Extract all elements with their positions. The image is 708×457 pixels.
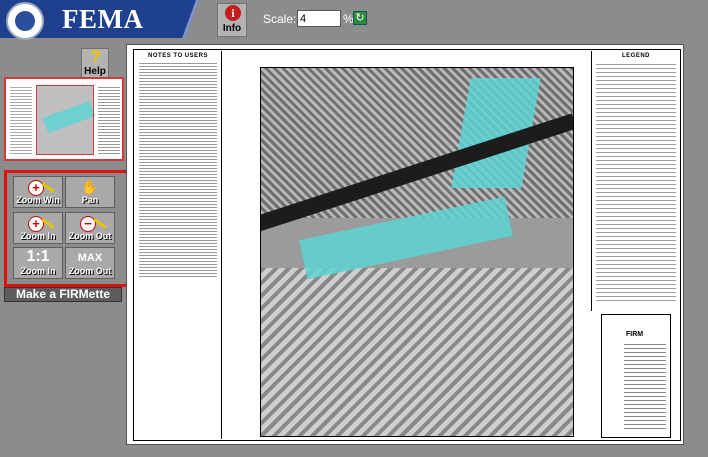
flood-map-image <box>260 67 574 437</box>
title-block-text <box>624 341 666 431</box>
zoom-1-to-1-button[interactable]: 1:1 Zoom In <box>13 247 63 279</box>
rural-area <box>261 268 573 436</box>
legend-title: LEGEND <box>621 53 650 59</box>
zoom-in-label: Zoom In <box>20 231 56 241</box>
zoom-out-button[interactable]: − Zoom Out <box>65 212 115 244</box>
info-button[interactable]: i Info <box>217 3 247 37</box>
scale-label: Scale: <box>263 12 297 26</box>
overview-legend-thumbnail <box>98 85 120 155</box>
info-icon: i <box>225 5 241 21</box>
help-label: Help <box>84 66 106 77</box>
zoom-1-to-1-label: Zoom In <box>20 266 56 276</box>
overview-notes-thumbnail <box>10 85 32 155</box>
firm-title-block: FIRM <box>601 314 671 438</box>
zoom-window-label: Zoom Win <box>16 195 60 205</box>
notes-body-text <box>139 61 217 279</box>
top-toolbar: FEMA i Info Scale: % ↻ <box>0 0 708 40</box>
pan-label: Pan <box>81 195 99 205</box>
overview-viewport-box[interactable] <box>36 85 94 155</box>
dhs-seal-logo <box>6 2 44 40</box>
zoom-out-label: Zoom Out <box>68 231 112 241</box>
max-glyph: MAX <box>77 252 103 264</box>
max-zoom-out-label: Zoom Out <box>68 266 112 276</box>
scale-input[interactable] <box>297 10 341 27</box>
notes-title: NOTES TO USERS <box>148 53 208 59</box>
one-to-one-glyph: 1:1 <box>26 248 50 265</box>
hand-icon: ✋ <box>81 179 99 195</box>
question-mark-icon: ? <box>90 47 101 67</box>
zoom-in-button[interactable]: + Zoom In <box>13 212 63 244</box>
legend-column: LEGEND <box>591 51 680 311</box>
title-block-heading: FIRM <box>626 331 644 338</box>
notes-to-users-column: NOTES TO USERS <box>135 51 222 439</box>
info-label: Info <box>222 23 242 34</box>
overview-map[interactable] <box>4 77 124 161</box>
pan-button[interactable]: ✋ Pan <box>65 176 115 208</box>
legend-body-text <box>596 61 676 301</box>
apply-scale-button[interactable]: ↻ <box>353 11 367 25</box>
brand-title: FEMA <box>62 4 144 34</box>
make-firmette-button[interactable]: Make a FIRMette <box>4 287 122 302</box>
zoom-window-button[interactable]: + Zoom Win <box>13 176 63 208</box>
refresh-arrow-icon: ↻ <box>355 12 365 24</box>
help-button[interactable]: ? Help <box>81 47 109 78</box>
max-zoom-out-button[interactable]: MAX Zoom Out <box>65 247 115 279</box>
